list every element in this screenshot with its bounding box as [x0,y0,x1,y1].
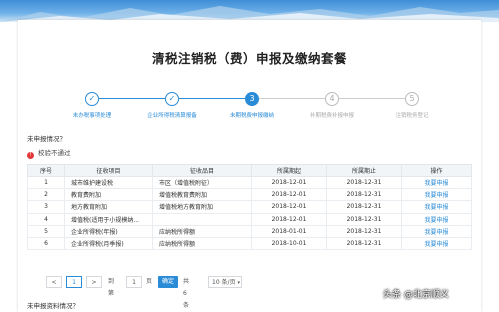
mountain-banner-art [0,6,499,22]
step-4-number: 4 [325,92,339,106]
table-row: 3 地方教育附加 增值税地方教育附加 2018-12-01 2018-12-31… [27,200,472,214]
step-2-label: 企业所得税清算报备 [147,113,197,119]
table-header-row: 序号 征收项目 征收品目 所属期起 所属期止 操作 [27,164,472,177]
col-header-action: 操作 [401,164,472,177]
cell-item: 增值税(适用于小规模纳... [64,212,153,226]
goto-confirm-button[interactable]: 确定 [158,276,178,288]
cell-period-start: 2018-10-01 [251,236,327,251]
col-header-index: 序号 [27,164,65,177]
file-return-link[interactable]: 我要申报 [401,200,472,214]
cell-subitem: 应纳税所得额 [152,236,252,251]
next-page-button[interactable]: > [86,276,102,288]
unfiled-section-title: 未申报情况？ [27,135,66,143]
cell-period-start: 2018-12-01 [251,200,327,214]
validation-warning: ! 校验不通过 [27,147,71,159]
cell-subitem: 增值税地方教育附加 [152,200,252,214]
step-connector [339,98,410,99]
cell-item: 教育费附加 [64,188,153,202]
cell-period-start: 2018-12-01 [251,175,327,190]
cell-period-end: 2018-12-31 [326,188,402,202]
step-5-number: 5 [405,92,419,106]
cell-subitem [152,212,252,226]
cell-index: 2 [27,188,65,202]
step-2-check-icon: ✓ [165,92,179,106]
cell-subitem: 应纳税所得额 [152,224,252,238]
table-row: 5 企业所得税(年报) 应纳税所得额 2018-01-01 2018-12-31… [27,224,472,238]
col-header-item: 征收项目 [64,164,153,177]
step-connector [179,98,250,99]
cell-period-end: 2018-12-31 [326,175,402,190]
file-return-link[interactable]: 我要申报 [401,212,472,226]
cell-index: 1 [27,175,65,190]
cell-index: 5 [27,224,65,238]
cell-item: 城市维护建设税 [64,175,153,190]
cell-subitem: 增值税教育费附加 [152,188,252,202]
step-1-label: 未办税事项处理 [72,113,112,119]
page-unit-label: 页 [146,278,153,285]
table-row: 4 增值税(适用于小规模纳... 2018-12-01 2018-12-31 我… [27,212,472,226]
step-1-check-icon: ✓ [85,92,99,106]
step-3-number: 3 [245,92,259,106]
page-title: 清税注销税（费）申报及缴纳套餐 [151,51,347,66]
total-count: 共 6 条 [183,278,190,309]
file-return-link[interactable]: 我要申报 [401,224,472,238]
file-return-link[interactable]: 我要申报 [401,175,472,190]
cell-period-start: 2018-12-01 [251,188,327,202]
cell-subitem: 市区（增值税附征） [152,175,252,190]
page-size-value: 10 条/页 [212,279,236,286]
warning-text: 校验不通过 [38,149,71,157]
unfiled-tax-table: 序号 征收项目 征收品目 所属期起 所属期止 操作 1 城市维护建设税 市区（增… [27,164,472,251]
page-number-button[interactable]: 1 [66,276,82,288]
cell-period-end: 2018-12-31 [326,212,402,226]
col-header-subitem: 征收品目 [152,164,252,177]
goto-page-input[interactable]: 1 [126,276,142,288]
step-connector [99,98,170,99]
cell-item: 企业所得税(年报) [64,224,153,238]
table-row: 1 城市维护建设税 市区（增值税附征） 2018-12-01 2018-12-3… [27,175,472,190]
page-size-select[interactable]: 10 条/页 ▾ [208,276,242,288]
goto-label: 到第 [108,278,115,297]
prev-page-button[interactable]: < [46,276,62,288]
file-return-link[interactable]: 我要申报 [401,236,472,251]
step-connector [259,98,330,99]
step-3-label: 未期税费申报缴纳 [229,113,274,119]
header-banner [0,0,499,22]
step-4-label: 补期税费补报申报 [309,113,354,119]
cell-period-end: 2018-12-31 [326,200,402,214]
file-return-link[interactable]: 我要申报 [401,188,472,202]
cell-index: 6 [27,236,65,251]
table-row: 6 企业所得税(月季报) 应纳税所得额 2018-10-01 2018-12-3… [27,236,472,251]
cell-index: 4 [27,212,65,226]
cell-period-start: 2018-12-01 [251,212,327,226]
progress-stepper: ✓ ✓ 3 4 5 未办税事项处理 企业所得税清算报备 未期税费申报缴纳 补期税… [18,82,481,132]
cell-period-end: 2018-12-31 [326,236,402,251]
chevron-down-icon: ▾ [237,280,241,286]
col-header-period-start: 所属期起 [251,164,327,177]
cell-item: 地方教育附加 [64,200,153,214]
watermark-text: 头条 @北京顺义 [383,290,449,300]
col-header-period-end: 所属期止 [326,164,402,177]
table-row: 2 教育费附加 增值税教育费附加 2018-12-01 2018-12-31 我… [27,188,472,202]
cell-period-start: 2018-01-01 [251,224,327,238]
alert-icon: ! [27,152,34,159]
cell-period-end: 2018-12-31 [326,224,402,238]
step-5-label: 注销税务登记 [395,113,429,119]
cell-item: 企业所得税(月季报) [64,236,153,251]
cell-index: 3 [27,200,65,214]
unfiled-docs-section-title: 未申报资料情况？ [27,302,79,310]
